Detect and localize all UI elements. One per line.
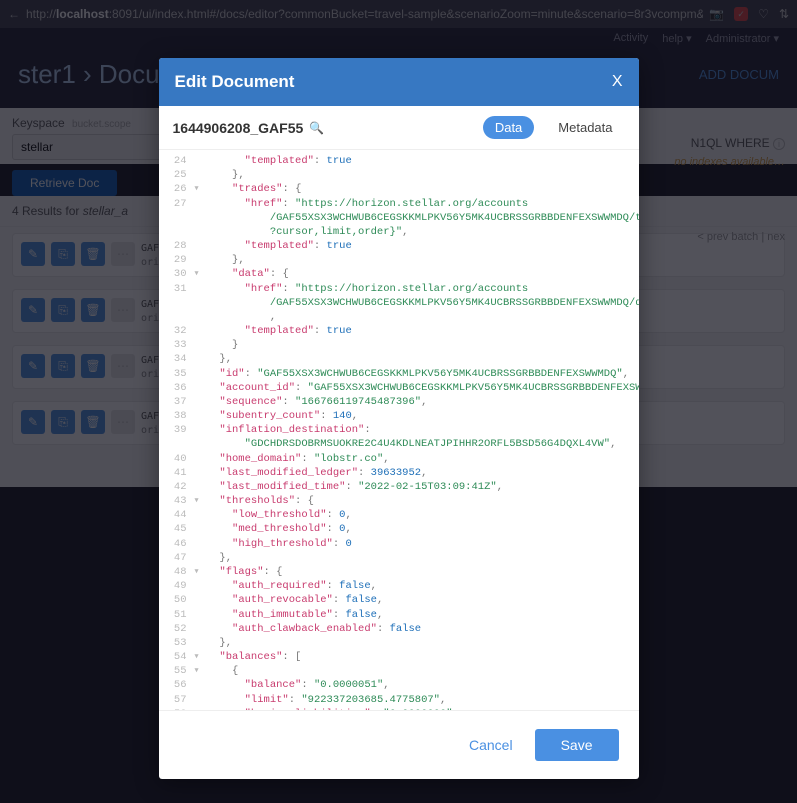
code-line[interactable]: 25 }, xyxy=(159,168,639,182)
code-line[interactable]: 26▾ "trades": { xyxy=(159,182,639,196)
modal-overlay: Edit Document X 1644906208_GAF55 🔍 Data … xyxy=(0,0,797,803)
code-line[interactable]: , xyxy=(159,310,639,324)
code-line[interactable]: 35 "id": "GAF55XSX3WCHWUB6CEGSKKMLPKV56Y… xyxy=(159,367,639,381)
code-line[interactable]: 45 "med_threshold": 0, xyxy=(159,522,639,536)
code-line[interactable]: 46 "high_threshold": 0 xyxy=(159,537,639,551)
code-line[interactable]: 58 "buying_liabilities": "0.0000000", xyxy=(159,707,639,710)
modal-footer: Cancel Save xyxy=(159,710,639,779)
code-line[interactable]: 30▾ "data": { xyxy=(159,267,639,281)
save-button[interactable]: Save xyxy=(535,729,619,761)
code-line[interactable]: 38 "subentry_count": 140, xyxy=(159,409,639,423)
code-line[interactable]: 56 "balance": "0.0000051", xyxy=(159,678,639,692)
code-line[interactable]: ?cursor,limit,order}", xyxy=(159,225,639,239)
code-line[interactable]: 44 "low_threshold": 0, xyxy=(159,508,639,522)
cancel-button[interactable]: Cancel xyxy=(457,729,525,761)
code-line[interactable]: "GDCHDRSDOBRMSUOKRE2C4U4KDLNEATJPIHHR2OR… xyxy=(159,437,639,451)
code-line[interactable]: 55▾ { xyxy=(159,664,639,678)
code-line[interactable]: 34 }, xyxy=(159,352,639,366)
code-line[interactable]: 47 }, xyxy=(159,551,639,565)
code-line[interactable]: 39 "inflation_destination": xyxy=(159,423,639,437)
code-line[interactable]: 37 "sequence": "166766119745487396", xyxy=(159,395,639,409)
code-line[interactable]: 43▾ "thresholds": { xyxy=(159,494,639,508)
code-line[interactable]: 33 } xyxy=(159,338,639,352)
code-line[interactable]: 32 "templated": true xyxy=(159,324,639,338)
code-line[interactable]: 50 "auth_revocable": false, xyxy=(159,593,639,607)
document-name: 1644906208_GAF55 🔍 xyxy=(173,120,325,136)
code-line[interactable]: 52 "auth_clawback_enabled": false xyxy=(159,622,639,636)
code-line[interactable]: 51 "auth_immutable": false, xyxy=(159,608,639,622)
code-line[interactable]: 29 }, xyxy=(159,253,639,267)
code-line[interactable]: 41 "last_modified_ledger": 39633952, xyxy=(159,466,639,480)
code-line[interactable]: 28 "templated": true xyxy=(159,239,639,253)
close-icon[interactable]: X xyxy=(612,73,623,91)
json-editor[interactable]: 24 "templated": true25 },26▾ "trades": {… xyxy=(159,150,639,710)
tab-metadata[interactable]: Metadata xyxy=(546,116,624,139)
code-line[interactable]: /GAF55XSX3WCHWUB6CEGSKKMLPKV56Y5MK4UCBRS… xyxy=(159,296,639,310)
code-line[interactable]: 36 "account_id": "GAF55XSX3WCHWUB6CEGSKK… xyxy=(159,381,639,395)
code-line[interactable]: 24 "templated": true xyxy=(159,154,639,168)
code-line[interactable]: 57 "limit": "922337203685.4775807", xyxy=(159,693,639,707)
edit-document-modal: Edit Document X 1644906208_GAF55 🔍 Data … xyxy=(159,58,639,779)
modal-title: Edit Document xyxy=(175,72,295,92)
code-line[interactable]: 54▾ "balances": [ xyxy=(159,650,639,664)
code-line[interactable]: 40 "home_domain": "lobstr.co", xyxy=(159,452,639,466)
code-line[interactable]: /GAF55XSX3WCHWUB6CEGSKKMLPKV56Y5MK4UCBRS… xyxy=(159,211,639,225)
modal-subheader: 1644906208_GAF55 🔍 Data Metadata xyxy=(159,106,639,150)
code-line[interactable]: 31 "href": "https://horizon.stellar.org/… xyxy=(159,282,639,296)
code-line[interactable]: 42 "last_modified_time": "2022-02-15T03:… xyxy=(159,480,639,494)
code-line[interactable]: 49 "auth_required": false, xyxy=(159,579,639,593)
code-line[interactable]: 48▾ "flags": { xyxy=(159,565,639,579)
search-icon[interactable]: 🔍 xyxy=(309,121,324,135)
code-line[interactable]: 27 "href": "https://horizon.stellar.org/… xyxy=(159,197,639,211)
tab-data[interactable]: Data xyxy=(483,116,534,139)
modal-header: Edit Document X xyxy=(159,58,639,106)
code-line[interactable]: 53 }, xyxy=(159,636,639,650)
